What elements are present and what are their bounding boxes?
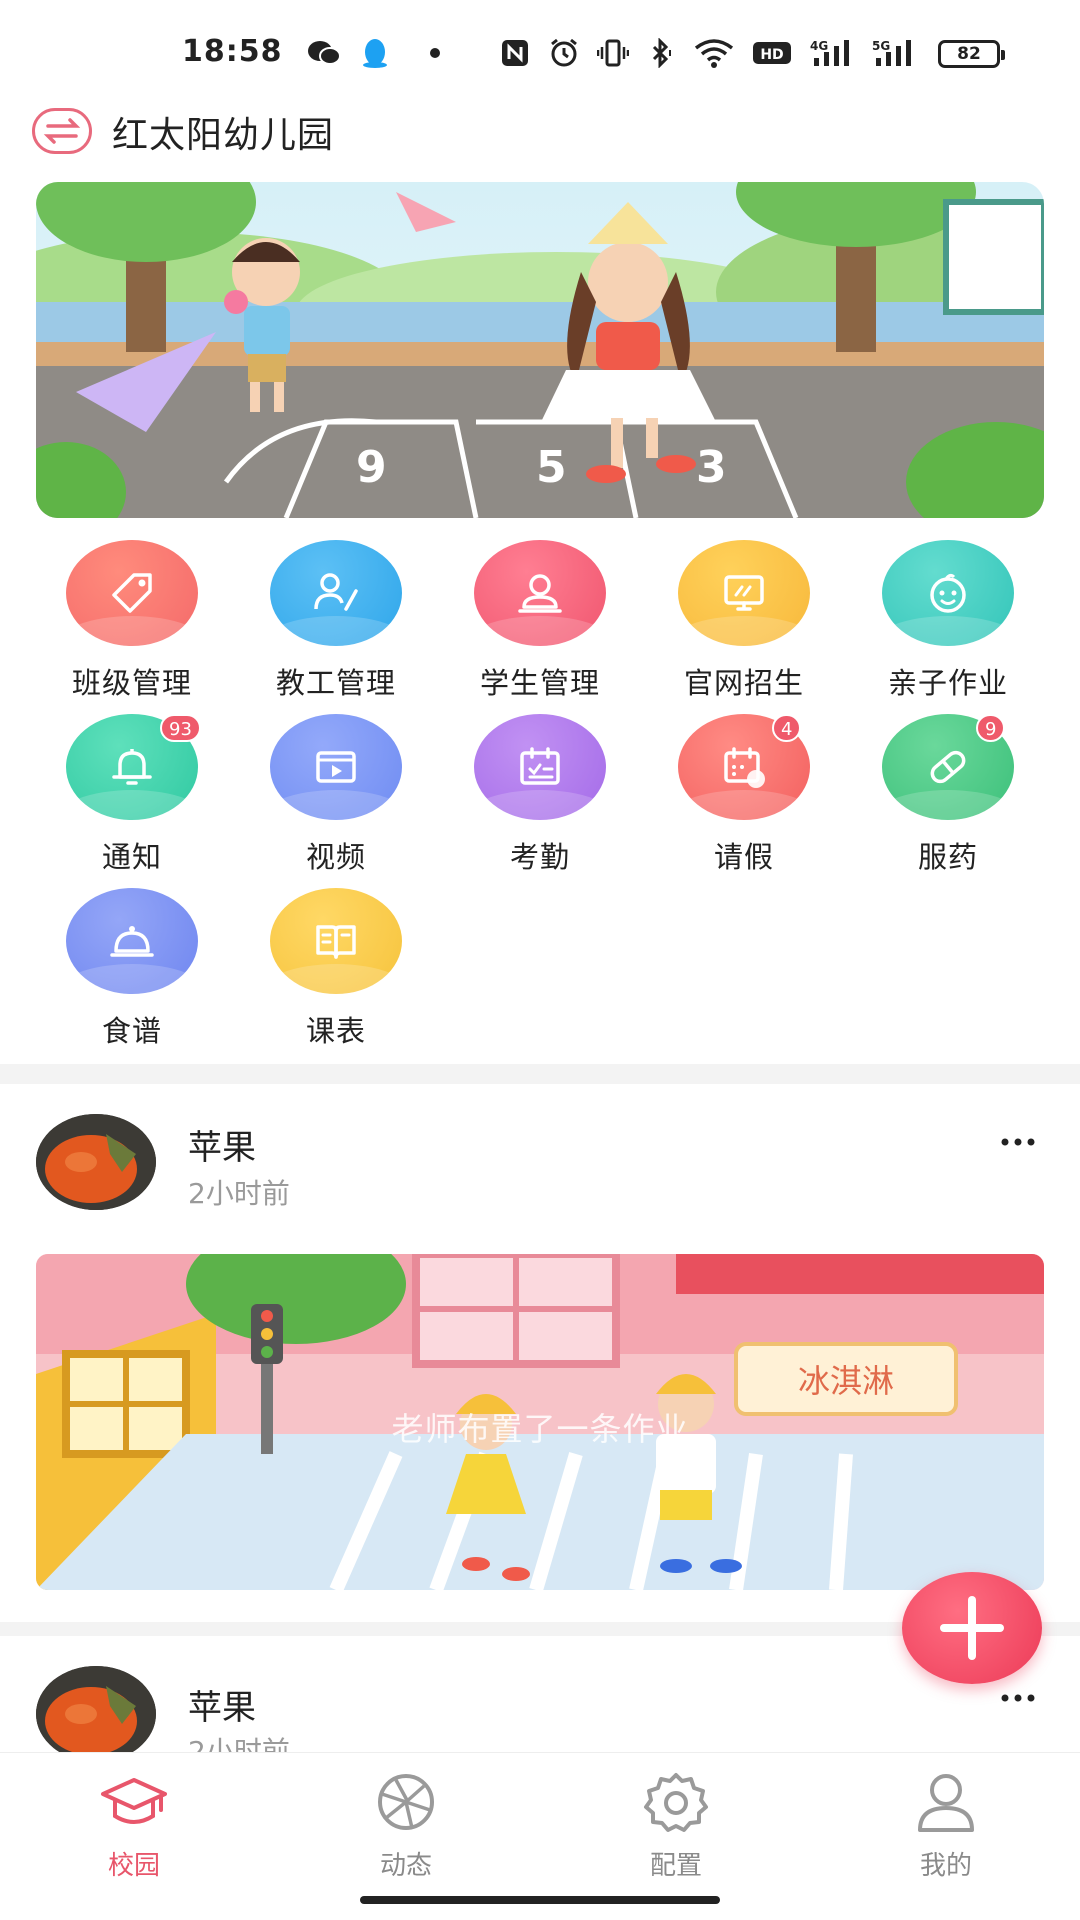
status-bar: 18:58 HD 4G 5G 82 [0,0,1080,110]
hd-icon: HD [752,38,792,68]
grid-item-label: 课表 [305,1014,366,1048]
swap-arrows-icon [43,118,81,144]
post-caption: 老师布置了一条作业 [391,1410,689,1448]
bluetooth-icon [644,38,678,68]
post-time: 2小时前 [188,1735,290,1752]
grid-item-label: 班级管理 [71,666,192,700]
grid-item-label: 官网招生 [683,666,804,700]
grid-item-label: 通知 [101,840,162,874]
5g-signal-icon: 5G [872,38,918,68]
grid-item-label: 请假 [713,840,774,874]
plus-icon [940,1596,1004,1660]
section-divider [0,1064,1080,1084]
teacher-icon [270,540,402,646]
grid-item-student-management[interactable]: 学生管理 [438,540,642,710]
svg-text:HD: HD [760,47,783,63]
aperture-icon [371,1767,441,1837]
wechat-icon [306,38,342,68]
dot-icon [428,38,442,68]
nav-label: 校园 [107,1851,160,1881]
grid-item-notice[interactable]: 通知 [30,714,234,884]
video-icon [270,714,402,820]
grid-item-website-admission[interactable]: 官网招生 [642,540,846,710]
nfc-icon [500,38,530,68]
more-icon[interactable] [1000,1684,1040,1704]
grid-item-recipe[interactable]: 食谱 [30,888,234,1058]
nav-label: 动态 [379,1851,432,1881]
post-time: 2小时前 [188,1177,290,1210]
student-icon [474,540,606,646]
grid-item-video[interactable]: 视频 [234,714,438,884]
grid-item-timetable[interactable]: 课表 [234,888,438,1058]
svg-text:9: 9 [356,442,387,493]
post-author[interactable]: 苹果 [188,1120,256,1169]
grid-item-medication[interactable]: 服药 [846,714,1050,884]
tag-icon [66,540,198,646]
banner-image[interactable]: 9 5 3 [36,182,1044,518]
svg-text:5: 5 [536,442,567,493]
alarm-icon [548,38,580,68]
svg-text:4G: 4G [810,39,828,53]
switch-school-button[interactable] [32,108,92,154]
post-card[interactable]: 苹果 2小时前 冰淇淋 老师布置了一条作业 [0,1084,1080,1624]
user-icon [911,1767,981,1837]
vibrate-icon [596,38,630,68]
book-icon [270,888,402,994]
nav-item-moments[interactable]: 动态 [326,1767,486,1887]
grid-item-label: 视频 [305,840,366,874]
grid-item-label: 学生管理 [479,666,600,700]
nav-item-mine[interactable]: 我的 [866,1767,1026,1887]
4g-signal-icon: 4G [810,38,856,68]
grid-item-label: 教工管理 [275,666,396,700]
avatar[interactable] [36,1666,156,1752]
more-icon[interactable] [1000,1128,1040,1148]
post-image[interactable]: 冰淇淋 老师布置了一条作业 [36,1254,1044,1590]
grid-item-staff-management[interactable]: 教工管理 [234,540,438,710]
nav-label: 我的 [919,1851,972,1881]
calendar-check-icon [474,714,606,820]
nav-label: 配置 [649,1851,702,1881]
grid-item-label: 食谱 [101,1014,162,1048]
nav-item-config[interactable]: 配置 [596,1767,756,1887]
nav-item-campus[interactable]: 校园 [54,1767,214,1887]
avatar[interactable] [36,1114,156,1210]
battery-icon: 82 [938,40,1005,68]
svg-text:3: 3 [696,442,727,493]
school-name: 红太阳幼儿园 [112,115,335,156]
home-indicator[interactable] [360,1896,720,1904]
add-post-button[interactable] [902,1572,1042,1684]
gear-icon [641,1767,711,1837]
header: 红太阳幼儿园 [0,100,1080,180]
status-time: 18:58 [182,34,283,69]
baby-face-icon [882,540,1014,646]
wifi-icon [692,38,736,68]
grid-item-label: 考勤 [509,840,570,874]
grid-item-attendance[interactable]: 考勤 [438,714,642,884]
notice-badge: 93 [160,714,201,742]
svg-text:5G: 5G [872,39,890,53]
cloche-icon [66,888,198,994]
grid-item-leave[interactable]: 请假 [642,714,846,884]
graduation-cap-icon [99,1767,169,1837]
bottom-nav: 校园 动态 配置 我的 [0,1752,1080,1920]
monitor-icon [678,540,810,646]
grid-item-parent-child-homework[interactable]: 亲子作业 [846,540,1050,710]
qq-icon [360,38,390,68]
grid-item-label: 亲子作业 [887,666,1008,700]
grid-item-label: 服药 [917,840,978,874]
svg-text:冰淇淋: 冰淇淋 [798,1362,894,1400]
grid-item-class-management[interactable]: 班级管理 [30,540,234,710]
post-author[interactable]: 苹果 [188,1680,256,1729]
